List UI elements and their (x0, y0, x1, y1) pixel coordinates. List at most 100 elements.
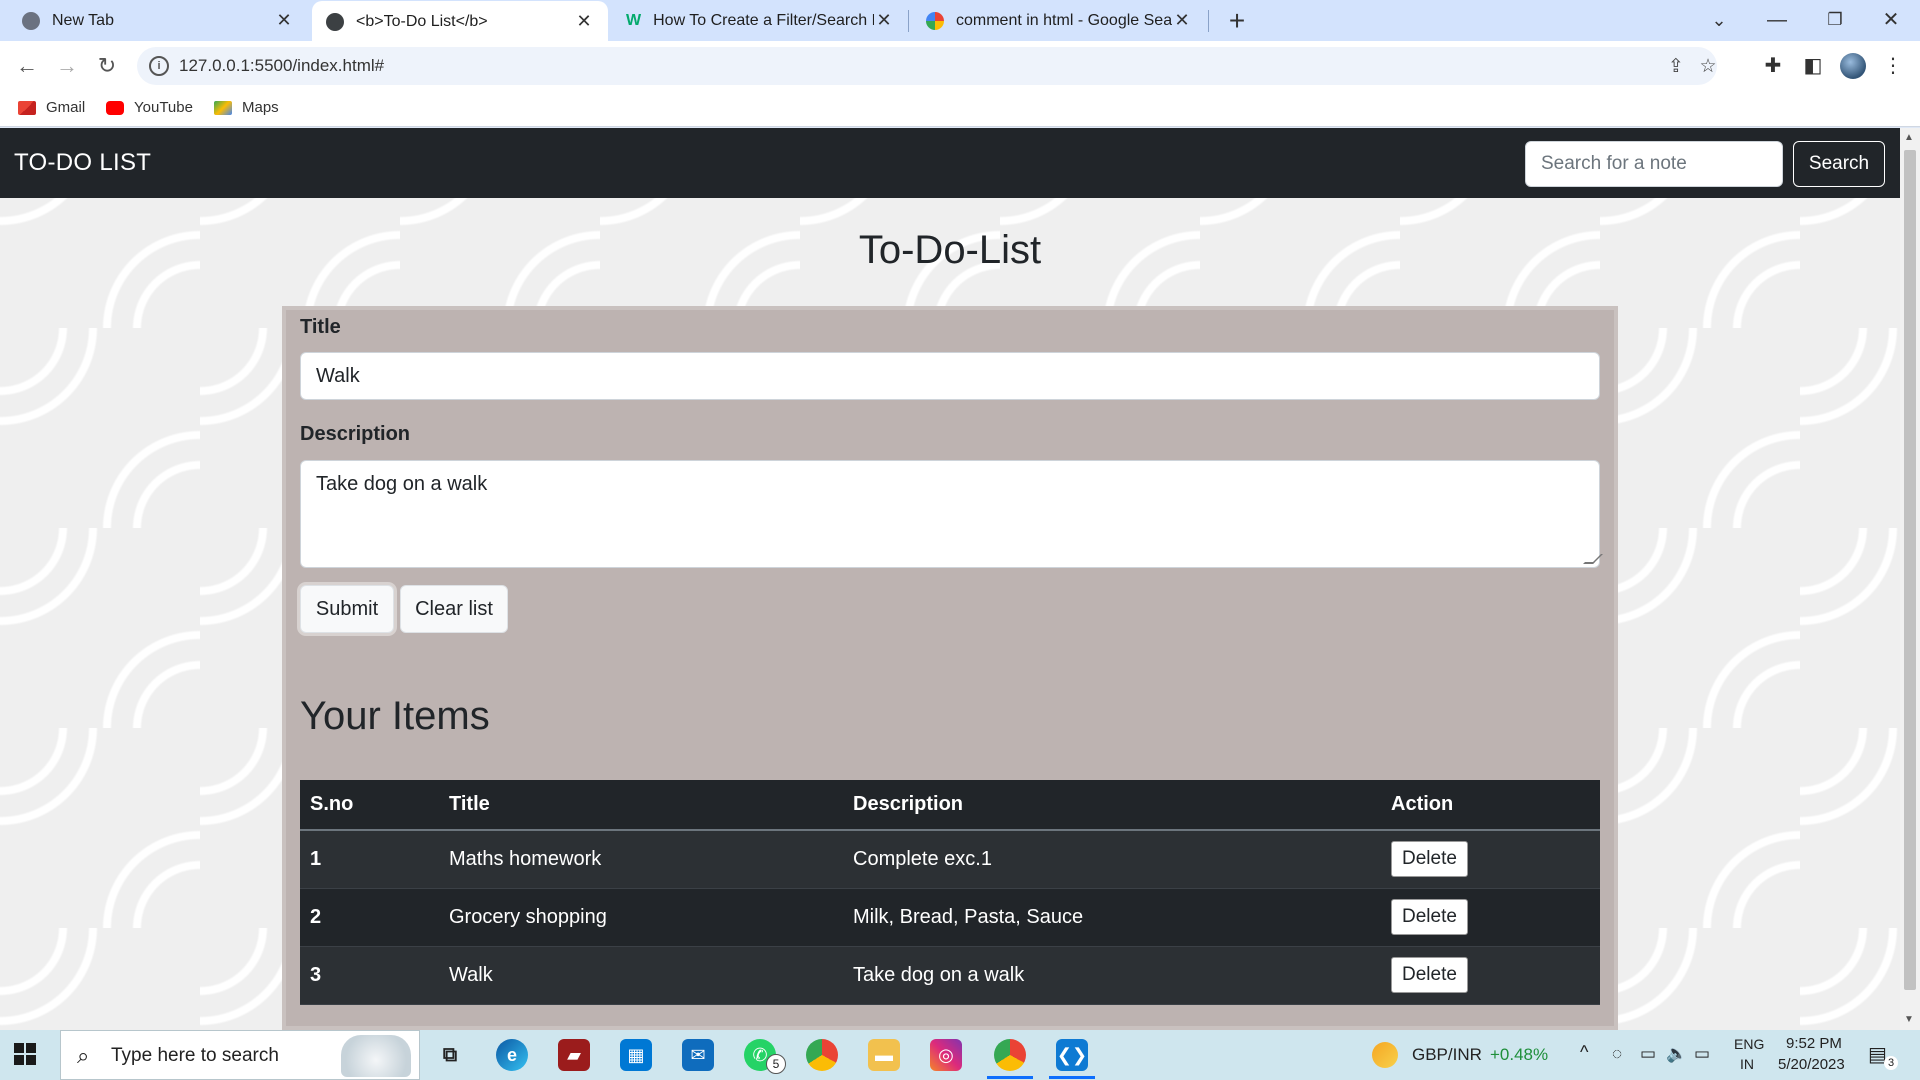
description-textarea[interactable]: Take dog on a walk (300, 460, 1600, 568)
menu-kebab-icon[interactable]: ⋮ (1880, 53, 1906, 79)
volume-icon[interactable]: 🔈 (1666, 1044, 1687, 1064)
delete-button[interactable]: Delete (1391, 841, 1468, 878)
share-icon[interactable]: ⇪ (1665, 56, 1687, 78)
language-code[interactable]: ENG (1734, 1036, 1764, 1052)
windows-taskbar: ⌕ Type here to search ⧉ e ▰ ▦ ✉ ✆ 5 ▬ ◎ … (0, 1030, 1920, 1080)
cell-sno: 1 (300, 830, 439, 889)
title-input[interactable] (300, 352, 1600, 400)
cell-title: Maths homework (439, 830, 843, 889)
whatsapp-badge: 5 (766, 1054, 786, 1074)
w3schools-icon: W (626, 11, 642, 29)
restore-button[interactable]: ❐ (1806, 0, 1864, 41)
submit-button[interactable]: Submit (300, 585, 394, 633)
tab-google-search[interactable]: comment in html - Google Searc ✕ (912, 0, 1206, 41)
tab-title: How To Create a Filter/Search Lis (653, 11, 874, 29)
task-view-icon[interactable]: ⧉ (434, 1039, 466, 1071)
edge-icon[interactable]: e (496, 1039, 528, 1071)
address-bar[interactable]: i 127.0.0.1:5500/index.html# ⇪ ☆ (137, 47, 1717, 85)
profile-avatar[interactable] (1840, 53, 1866, 79)
close-window-button[interactable]: ✕ (1862, 0, 1920, 41)
clock-time[interactable]: 9:52 PM (1786, 1035, 1842, 1052)
page-scrollbar[interactable]: ▲ ▼ (1900, 128, 1920, 1030)
page-viewport: TO-DO LIST Search To-Do-List Title Descr… (0, 128, 1900, 1030)
column-header: Action (1381, 780, 1600, 831)
taskbar-search-box[interactable]: ⌕ Type here to search (60, 1030, 420, 1080)
bookmark-youtube[interactable]: YouTube (106, 99, 193, 116)
forward-button[interactable]: → (50, 49, 84, 83)
minimize-button[interactable]: — (1748, 0, 1806, 41)
scroll-down-arrow-icon[interactable]: ▼ (1904, 1014, 1914, 1025)
column-header: S.no (300, 780, 439, 831)
clock-date: 5/20/2023 (1778, 1056, 1845, 1073)
store-icon[interactable]: ▦ (620, 1039, 652, 1071)
items-table: S.no Title Description Action 1 Maths ho… (300, 780, 1600, 1005)
maps-icon (214, 100, 232, 115)
close-tab-icon[interactable]: ✕ (874, 10, 894, 31)
page-title: To-Do-List (858, 228, 1042, 272)
url-text: 127.0.0.1:5500/index.html# (179, 56, 385, 75)
table-row: 1 Maths homework Complete exc.1 Delete (300, 830, 1600, 889)
network-icon[interactable]: ◌ (1612, 1044, 1622, 1064)
side-panel-icon[interactable]: ◧ (1800, 53, 1826, 79)
scrollbar-thumb[interactable] (1904, 150, 1916, 990)
clear-list-button[interactable]: Clear list (400, 585, 508, 633)
close-tab-icon[interactable]: ✕ (574, 11, 594, 32)
tray-overflow-chevron-icon[interactable]: ^ (1580, 1042, 1588, 1063)
reload-button[interactable]: ↻ (90, 49, 124, 83)
tab-todo-list[interactable]: <b>To-Do List</b> ✕ (312, 1, 608, 42)
delete-button[interactable]: Delete (1391, 957, 1468, 993)
items-heading: Your Items (300, 694, 490, 738)
chrome-icon (22, 11, 40, 30)
currency-ticker-icon[interactable] (1372, 1042, 1398, 1068)
scroll-up-arrow-icon[interactable]: ▲ (1904, 132, 1914, 143)
google-icon (926, 11, 944, 30)
column-header: Title (439, 780, 843, 831)
tab-title: comment in html - Google Searc (956, 11, 1172, 29)
bookmark-label: Maps (242, 99, 279, 116)
close-tab-icon[interactable]: ✕ (1172, 10, 1192, 31)
cell-description: Milk, Bread, Pasta, Sauce (843, 888, 1381, 947)
instagram-icon[interactable]: ◎ (930, 1039, 962, 1071)
vscode-icon[interactable]: ❮❯ (1056, 1039, 1088, 1071)
tab-title: New Tab (52, 11, 114, 29)
table-header-row: S.no Title Description Action (300, 780, 1600, 831)
region-code: IN (1740, 1056, 1754, 1072)
back-button[interactable]: ← (10, 49, 44, 83)
site-navbar: TO-DO LIST Search (0, 128, 1900, 198)
search-button[interactable]: Search (1793, 141, 1885, 187)
meet-now-icon[interactable]: ▭ (1640, 1044, 1656, 1064)
site-brand[interactable]: TO-DO LIST (14, 149, 151, 177)
cell-action: Delete (1381, 830, 1600, 889)
site-info-icon[interactable]: i (149, 56, 169, 76)
todo-card: Title Description Take dog on a walk Sub… (282, 306, 1618, 1030)
bookmark-gmail[interactable]: Gmail (18, 99, 85, 116)
active-app-indicator (1049, 1076, 1095, 1079)
cell-title: Grocery shopping (439, 888, 843, 947)
notification-count: 3 (1884, 1056, 1898, 1070)
file-explorer-icon[interactable]: ▬ (868, 1039, 900, 1071)
terminal-app-icon[interactable]: ▰ (558, 1039, 590, 1071)
tab-search-icon[interactable]: ⌄ (1690, 0, 1748, 41)
taskbar-search-text: Type here to search (111, 1045, 279, 1066)
windows-start-icon[interactable] (14, 1043, 36, 1065)
battery-icon[interactable]: ▭ (1694, 1044, 1710, 1064)
extensions-icon[interactable]: ✚ (1760, 53, 1786, 79)
chrome-icon[interactable] (806, 1039, 838, 1071)
tab-filter-search[interactable]: W How To Create a Filter/Search Lis ✕ (612, 0, 908, 41)
search-input[interactable] (1525, 141, 1783, 187)
ticker-change: +0.48% (1490, 1045, 1549, 1064)
chrome-active-icon[interactable] (994, 1039, 1026, 1071)
mail-icon[interactable]: ✉ (682, 1039, 714, 1071)
tab-new-tab[interactable]: New Tab ✕ (8, 0, 308, 41)
ticker-label[interactable]: GBP/INR (1412, 1045, 1482, 1065)
globe-icon (326, 12, 344, 31)
description-label: Description (300, 423, 411, 445)
bookmark-maps[interactable]: Maps (214, 99, 279, 116)
cell-sno: 3 (300, 946, 439, 1005)
close-tab-icon[interactable]: ✕ (274, 10, 294, 31)
new-tab-button[interactable]: + (1222, 4, 1252, 38)
delete-button[interactable]: Delete (1391, 899, 1468, 935)
browser-toolbar: ← → ↻ i 127.0.0.1:5500/index.html# ⇪ ☆ ✚… (0, 41, 1920, 91)
search-icon: ⌕ (77, 1043, 90, 1068)
bookmark-star-icon[interactable]: ☆ (1697, 56, 1719, 78)
